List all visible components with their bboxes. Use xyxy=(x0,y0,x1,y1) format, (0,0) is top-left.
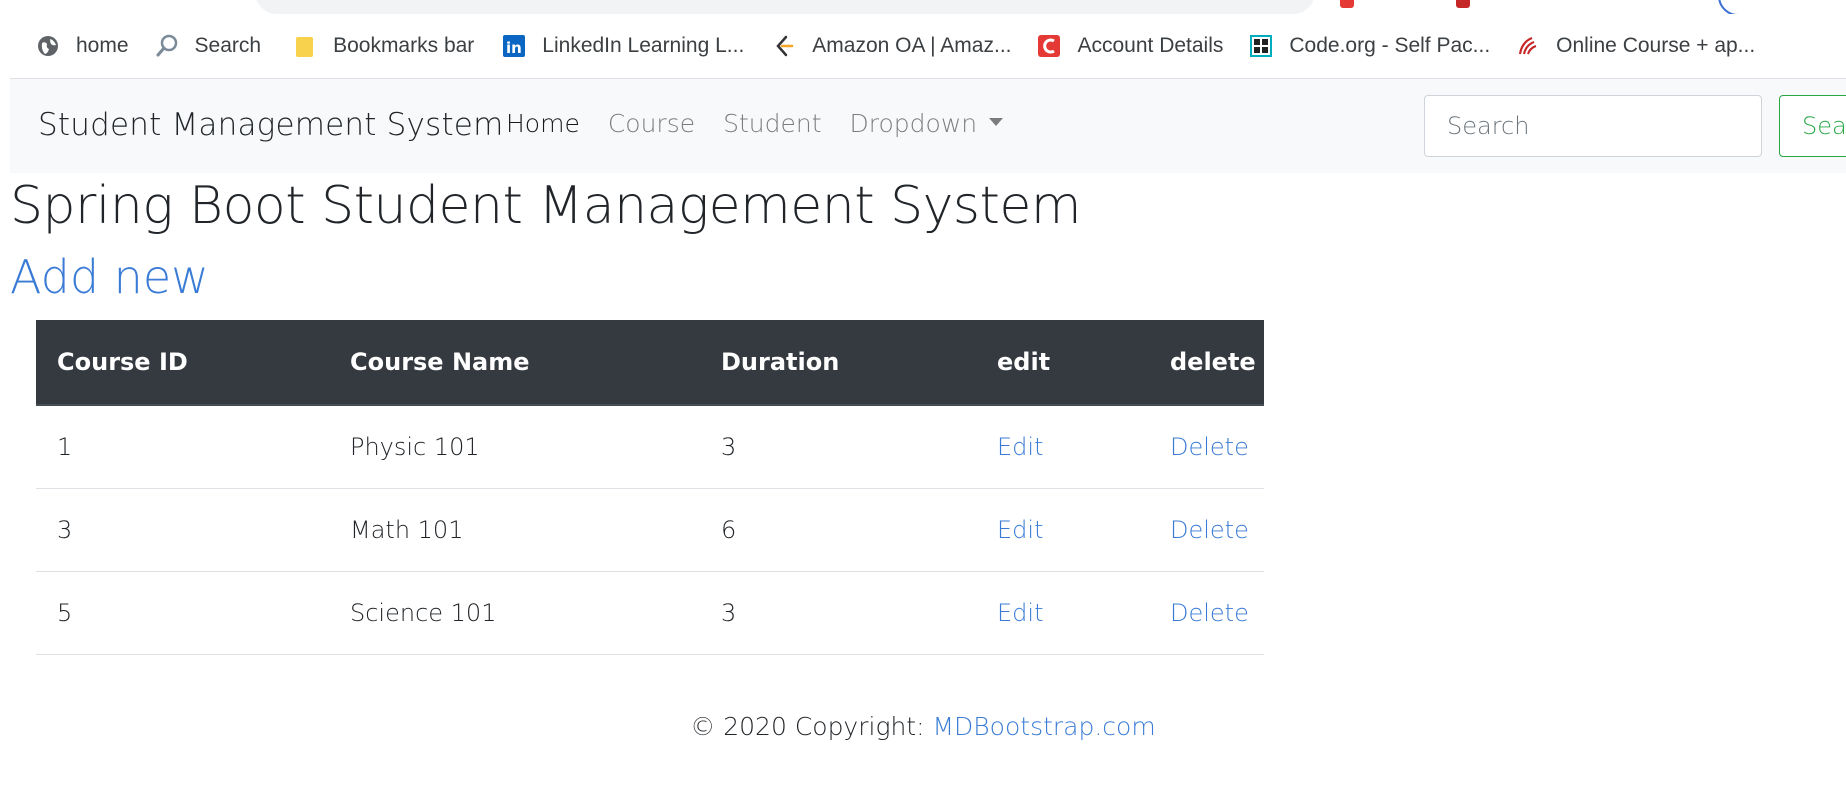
cell-course-id: 1 xyxy=(36,405,329,489)
bookmark-label: home xyxy=(76,34,129,57)
bookmark-linkedin[interactable]: in LinkedIn Learning L... xyxy=(502,34,744,58)
coursera-icon xyxy=(1037,34,1061,58)
svg-text:in: in xyxy=(506,39,522,57)
table-header-row: Course ID Course Name Duration edit dele… xyxy=(36,320,1264,406)
edit-link[interactable]: Edit xyxy=(997,516,1043,544)
extension-icon[interactable] xyxy=(1456,0,1470,8)
bookmark-account-details[interactable]: Account Details xyxy=(1037,34,1223,58)
extension-icon[interactable] xyxy=(1340,0,1354,8)
bookmark-label: Amazon OA | Amaz... xyxy=(812,34,1012,57)
cell-course-name: Science 101 xyxy=(329,571,700,655)
table-row: 1 Physic 101 3 Edit Delete xyxy=(36,405,1264,489)
cell-edit: Edit xyxy=(976,571,1149,655)
cell-course-id: 3 xyxy=(36,488,329,572)
cell-delete: Delete xyxy=(1149,405,1264,489)
navbar-brand[interactable]: Student Management System xyxy=(38,107,503,143)
nav-dropdown[interactable]: Dropdown xyxy=(850,109,1004,138)
cell-edit: Edit xyxy=(976,405,1149,489)
bookmark-label: Code.org - Self Pac... xyxy=(1289,34,1491,57)
cell-delete: Delete xyxy=(1149,488,1264,572)
bookmark-label: Account Details xyxy=(1077,34,1224,57)
leetcode-icon xyxy=(772,34,796,58)
profile-button[interactable] xyxy=(1718,0,1846,14)
search-input[interactable] xyxy=(1424,95,1762,157)
globe-icon xyxy=(36,34,60,58)
delete-link[interactable]: Delete xyxy=(1170,599,1249,627)
bookmark-home[interactable]: home xyxy=(36,34,129,58)
cell-course-name: Math 101 xyxy=(329,488,700,572)
bookmark-codeorg[interactable]: Code.org - Self Pac... xyxy=(1249,34,1490,58)
bookmark-label: Online Course + ap... xyxy=(1556,34,1756,57)
header-delete: delete xyxy=(1149,320,1264,406)
navbar: Student Management System Home Course St… xyxy=(10,78,1846,173)
linkedin-icon: in xyxy=(502,34,526,58)
caret-down-icon xyxy=(989,118,1004,126)
delete-link[interactable]: Delete xyxy=(1170,516,1249,544)
footer-copyright: © 2020 Copyright: xyxy=(690,712,933,741)
browser-toolbar xyxy=(0,0,1846,14)
edit-link[interactable]: Edit xyxy=(997,599,1043,627)
footer: © 2020 Copyright: MDBootstrap.com xyxy=(0,712,1846,741)
bookmark-label: Bookmarks bar xyxy=(333,34,475,57)
search-button[interactable]: Search xyxy=(1779,95,1846,157)
header-course-name: Course Name xyxy=(329,320,700,406)
nav-link-course[interactable]: Course xyxy=(608,109,695,138)
bookmarks-bar: home Search Bookmarks bar in LinkedIn Le… xyxy=(0,18,1846,74)
edit-link[interactable]: Edit xyxy=(997,433,1043,461)
nav-links: Home Course Student Dropdown xyxy=(506,109,1031,138)
cell-duration: 3 xyxy=(700,405,976,489)
cell-edit: Edit xyxy=(976,488,1149,572)
table-row: 5 Science 101 3 Edit Delete xyxy=(36,571,1264,655)
bookmark-online-course[interactable]: Online Course + ap... xyxy=(1516,34,1755,58)
table-row: 3 Math 101 6 Edit Delete xyxy=(36,488,1264,572)
bookmark-search[interactable]: Search xyxy=(155,34,262,58)
courses-table: Course ID Course Name Duration edit dele… xyxy=(36,320,1264,655)
search-icon xyxy=(155,34,179,58)
page-title: Spring Boot Student Management System xyxy=(10,176,1082,236)
nav-link-student[interactable]: Student xyxy=(723,109,821,138)
cell-duration: 3 xyxy=(700,571,976,655)
bookmark-amazon-oa[interactable]: Amazon OA | Amaz... xyxy=(772,34,1011,58)
cell-course-name: Physic 101 xyxy=(329,405,700,489)
header-course-id: Course ID xyxy=(36,320,329,406)
header-duration: Duration xyxy=(700,320,976,406)
cell-duration: 6 xyxy=(700,488,976,572)
bookmark-label: LinkedIn Learning L... xyxy=(542,34,745,57)
bookmark-bookmarks-bar[interactable]: Bookmarks bar xyxy=(293,34,474,58)
bookmark-label: Search xyxy=(194,34,262,57)
header-edit: edit xyxy=(976,320,1149,406)
cell-delete: Delete xyxy=(1149,571,1264,655)
codeorg-icon xyxy=(1249,34,1273,58)
delete-link[interactable]: Delete xyxy=(1170,433,1249,461)
nav-link-home[interactable]: Home xyxy=(506,109,580,138)
nav-dropdown-label: Dropdown xyxy=(849,109,978,138)
folder-icon xyxy=(293,34,317,58)
address-bar[interactable] xyxy=(255,0,1315,14)
course-icon xyxy=(1516,34,1540,58)
add-new-link[interactable]: Add new xyxy=(10,250,209,304)
footer-link[interactable]: MDBootstrap.com xyxy=(932,712,1155,741)
cell-course-id: 5 xyxy=(36,571,329,655)
